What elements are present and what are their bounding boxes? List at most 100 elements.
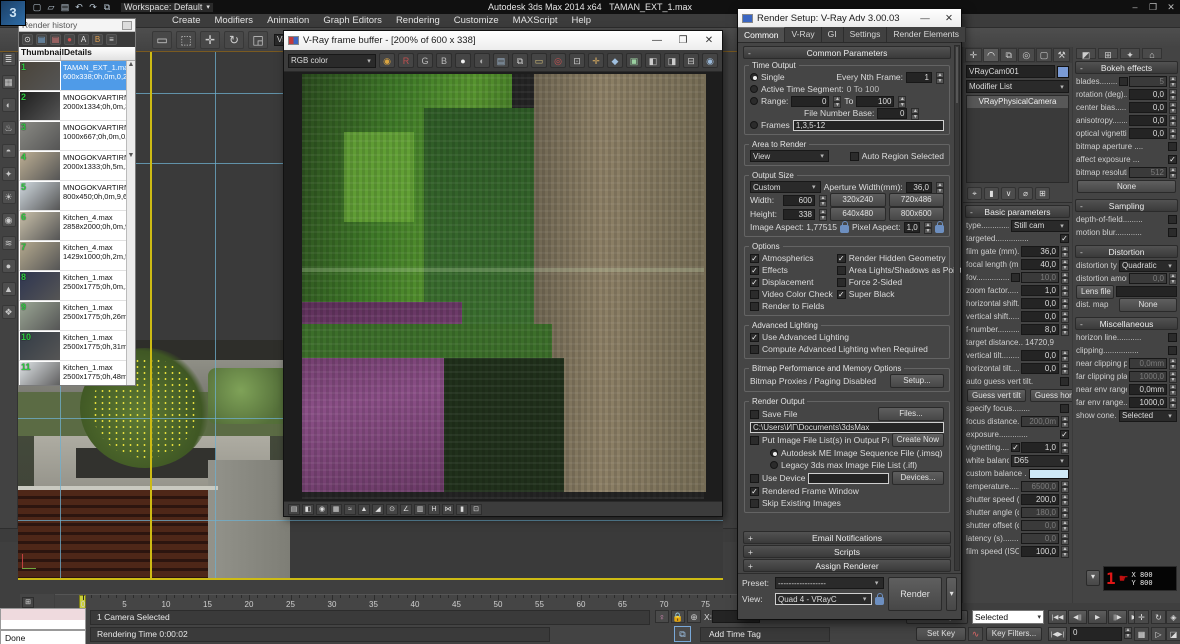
time-config-icon[interactable]: ▦ [1134, 627, 1149, 641]
guess-horiz-tilt-button[interactable]: Guess horiz tilt [1029, 388, 1072, 402]
menu-help[interactable]: Help [572, 15, 592, 26]
output-size-dropdown[interactable]: Custom ▾ [750, 181, 821, 193]
lens-file-field[interactable] [1116, 286, 1177, 297]
move-icon[interactable]: ✛ [200, 30, 220, 49]
vfb-footer-icon-2[interactable]: ◉ [316, 503, 328, 515]
display-tab-icon[interactable]: ▢ [1035, 48, 1053, 62]
vfb-footer-icon-6[interactable]: ◢ [372, 503, 384, 515]
focus-distance-field[interactable]: 200,0m [1021, 416, 1059, 427]
key-filter-dropdown[interactable]: Selected ▾ [972, 610, 1044, 624]
modifier-list-dropdown[interactable]: Modifier List ▾ [966, 80, 1069, 93]
lens-file-button[interactable]: Lens file [1076, 284, 1114, 299]
film-gate-mm-field[interactable]: 36,0 [1021, 246, 1059, 257]
key-filters-button[interactable]: Key Filters... [986, 627, 1042, 641]
compute-advanced-lighting-when-required-checkbox[interactable] [750, 344, 759, 354]
history-item[interactable]: 6 Kitchen_4.max 2858x2000;0h,0m,9,6s [19, 211, 135, 241]
preset-dropdown[interactable]: ------------------ ▾ [775, 577, 884, 589]
frames-field[interactable]: 1,3,5-12 [792, 119, 944, 131]
create-now-button[interactable]: Create Now [891, 433, 944, 447]
range-radio[interactable] [750, 97, 758, 105]
single-radio[interactable] [750, 73, 758, 81]
printer-icon[interactable]: ⊟ [683, 53, 699, 68]
set-key-button[interactable]: Set Key [916, 627, 966, 641]
utilities-tab-icon[interactable]: ⚒ [1053, 48, 1071, 62]
files-button[interactable]: Files... [878, 407, 944, 421]
left-toolbar-icon-9[interactable]: ◉ [1, 213, 16, 227]
rollout-assign-renderer[interactable]: + Assign Renderer [743, 559, 951, 572]
spinner[interactable]: ▲ ▼ [1061, 259, 1069, 271]
spinner[interactable]: ▲ ▼ [1061, 311, 1069, 323]
gizmo-icon[interactable]: ⊕ [687, 610, 701, 623]
guess-vert-tilt-button[interactable]: Guess vert tilt [967, 388, 1026, 402]
render-mode-arrow-button[interactable]: ▾ [946, 577, 957, 611]
spinner[interactable]: ▲ ▼ [1061, 324, 1069, 336]
history-item[interactable]: 4 MNOGOKVARTIRNY_3_2000x1333;0h,5m,12,7 [19, 151, 135, 181]
copy-image-icon[interactable]: ⧉ [512, 53, 528, 68]
anisotropy-field[interactable]: 0,0 [1129, 115, 1167, 126]
vignetting-checkbox[interactable] [1011, 443, 1020, 452]
device-field[interactable] [808, 472, 889, 484]
spinner[interactable]: ▲ ▼ [819, 194, 827, 207]
width-field[interactable]: 600 [783, 194, 815, 206]
rect-select-icon[interactable]: ▭ [152, 30, 172, 49]
open-icon[interactable]: ▱ [44, 2, 58, 13]
vfb-footer-icon-10[interactable]: H [428, 503, 440, 515]
stack-tool-icon-0[interactable]: ⌖ [967, 187, 982, 200]
tab-settings[interactable]: Settings [843, 27, 888, 42]
stack-tool-icon-2[interactable]: ∨ [1001, 187, 1016, 200]
menu-animation[interactable]: Animation [267, 15, 309, 26]
minimize-icon[interactable]: — [644, 35, 670, 46]
snap-icon[interactable]: ◈ [1166, 610, 1180, 624]
vfb-footer-icon-4[interactable]: ≈ [344, 503, 356, 515]
max-script-icon[interactable]: ◪ [1166, 627, 1180, 641]
rollout-common-parameters[interactable]: - Common Parameters [743, 46, 951, 59]
selection-lock-icon[interactable]: 🔒 [671, 610, 685, 623]
vfb-footer-icon-3[interactable]: ▦ [330, 503, 342, 515]
create-tab-icon[interactable]: ✛ [965, 48, 982, 62]
left-toolbar-icon-12[interactable]: ▲ [1, 282, 16, 296]
blades-checkbox[interactable] [1119, 77, 1128, 86]
spinner[interactable]: ▲ ▼ [1169, 115, 1177, 127]
preset-640x480-button[interactable]: 640x480 [830, 207, 886, 221]
close-icon[interactable]: ✕ [1162, 2, 1180, 13]
minimize-icon[interactable]: — [913, 13, 937, 24]
spinner[interactable]: ▲ ▼ [1061, 442, 1069, 454]
right-tab-icon-3[interactable]: ⌂ [1142, 48, 1162, 60]
horizon-line-checkbox[interactable] [1168, 333, 1177, 342]
area-lights-shadows-as-points-checkbox[interactable] [836, 265, 846, 275]
isolate-selection-icon[interactable]: ♀ [655, 610, 669, 623]
open-minigraph-icon[interactable]: ⊞ [22, 596, 34, 608]
spinner[interactable]: ▲ ▼ [1061, 246, 1069, 258]
every-nth-frame-field[interactable]: 1 [906, 71, 932, 83]
spinner[interactable]: ▲ ▼ [1169, 397, 1177, 409]
auto-guess-vert-tilt-checkbox[interactable] [1060, 377, 1069, 386]
devices-button[interactable]: Devices... [892, 471, 944, 485]
menu-modifiers[interactable]: Modifiers [215, 15, 254, 26]
vignetting-field[interactable]: 1,0 [1021, 442, 1059, 453]
imsq-radio[interactable] [770, 449, 778, 457]
new-icon[interactable]: ▢ [30, 2, 44, 13]
stack-tool-icon-3[interactable]: ⌀ [1018, 187, 1033, 200]
history-item[interactable]: 8 Kitchen_1.max 2500x1775;0h,0m,1,8s [19, 271, 135, 301]
render-hidden-geometry-checkbox[interactable] [836, 253, 846, 263]
fov-checkbox[interactable] [1011, 273, 1020, 282]
affect-exposure-checkbox[interactable] [1168, 155, 1177, 164]
spinner[interactable]: ▲ ▼ [1061, 494, 1069, 506]
latency-s-field[interactable]: 0,0 [1021, 533, 1059, 544]
history-item[interactable]: 1 TAMAN_EXT_1.max 600x338;0h,0m,0,2s [19, 61, 135, 91]
spinner[interactable]: ▲ ▼ [1061, 533, 1069, 545]
targeted-checkbox[interactable] [1060, 234, 1069, 243]
spinner[interactable]: ▲ ▼ [1124, 627, 1132, 639]
pixel-aspect-lock-icon[interactable] [935, 220, 944, 233]
stereo-icon[interactable]: ◆ [607, 53, 623, 68]
use-advanced-lighting-checkbox[interactable] [750, 332, 759, 342]
center-bias-field[interactable]: 0,0 [1129, 102, 1167, 113]
auto-region-checkbox[interactable] [849, 151, 859, 161]
tab-render-elements[interactable]: Render Elements [887, 27, 967, 42]
pixel-aspect-field[interactable]: 1,0 [903, 221, 920, 233]
clipping-checkbox[interactable] [1168, 346, 1177, 355]
optical-vignetting-field[interactable]: 0,0 [1129, 128, 1167, 139]
put-image-list-checkbox[interactable] [750, 435, 759, 445]
play-selected-icon[interactable]: ▷ [1151, 627, 1166, 641]
record-icon[interactable]: ● [64, 34, 75, 45]
